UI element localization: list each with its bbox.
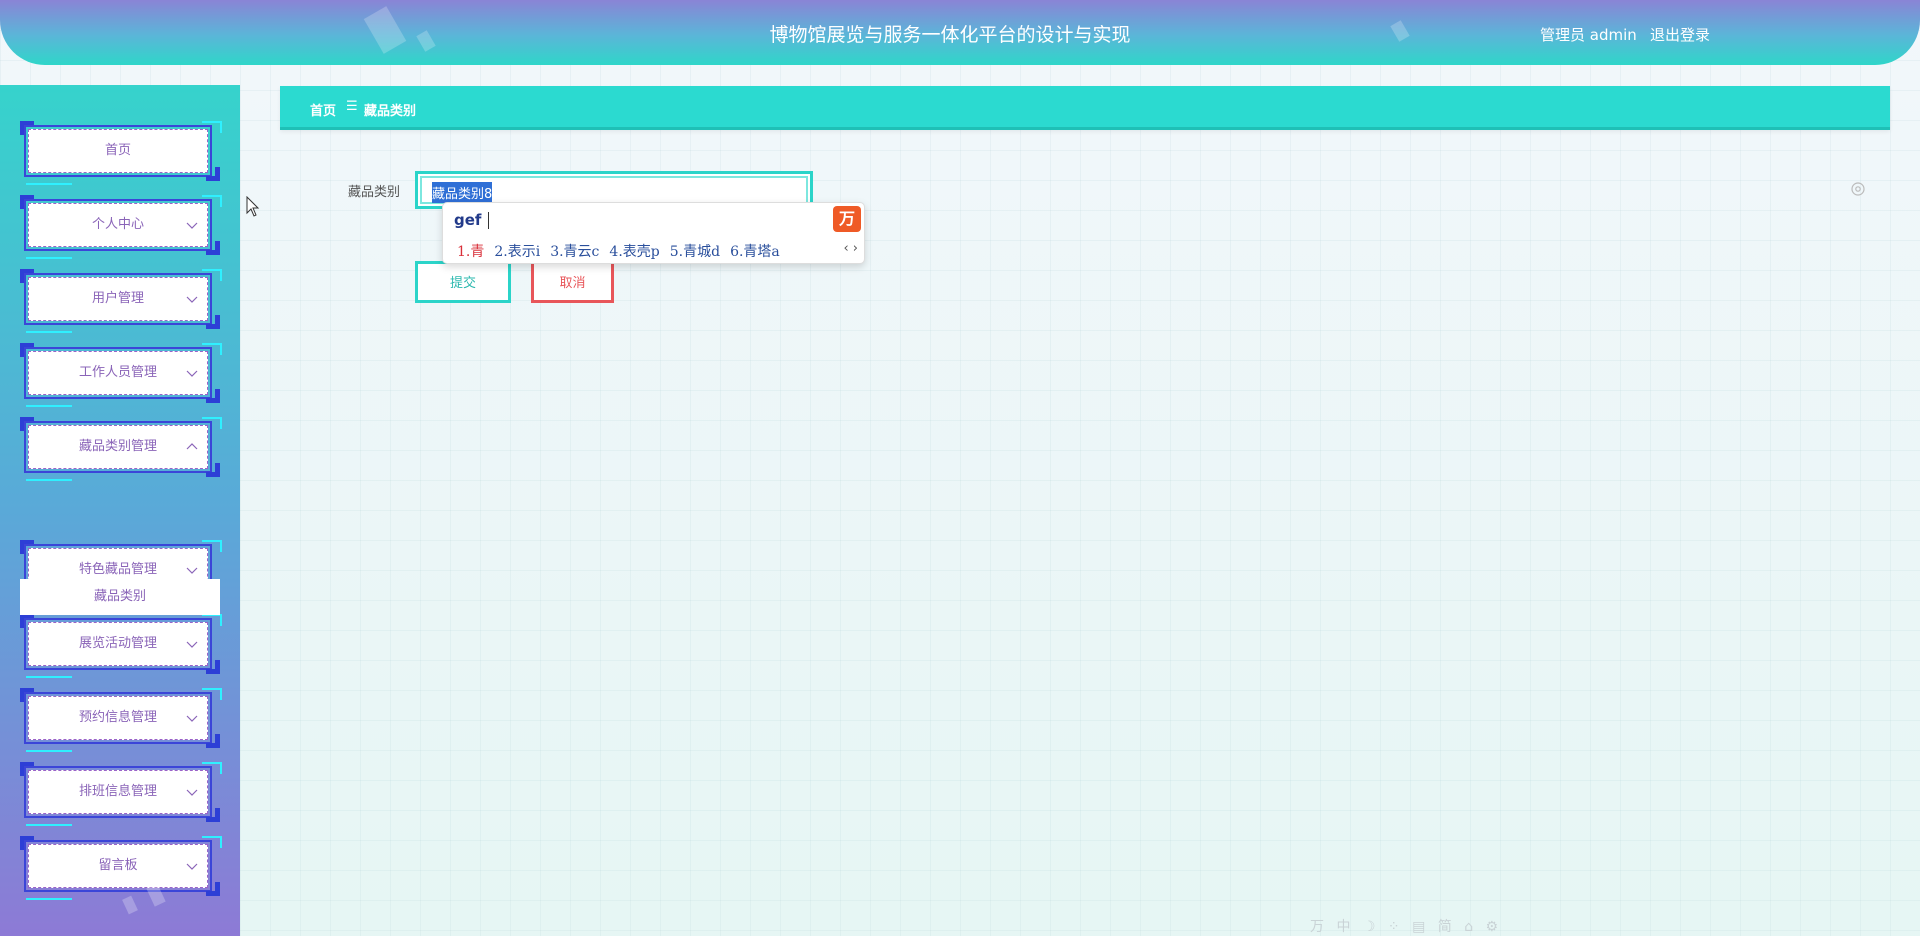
category-field-label: 藏品类别	[348, 185, 401, 200]
logout-link[interactable]: 退出登录	[1650, 24, 1710, 45]
sidebar-item-8[interactable]: 排班信息管理	[20, 762, 222, 828]
frame-line	[26, 331, 72, 333]
sidebar-item-label: 展览活动管理	[78, 636, 157, 651]
chevron-up-icon	[186, 443, 198, 450]
frame-corner	[206, 463, 220, 477]
breadcrumb-separator-icon: ☰	[346, 99, 358, 114]
sidebar-item-label: 排班信息管理	[78, 784, 157, 799]
breadcrumb: 首页 ☰ 藏品类别	[280, 86, 1890, 130]
frame-corner	[206, 734, 220, 748]
sidebar-item-2[interactable]: 用户管理	[20, 269, 222, 335]
sidebar-item-4[interactable]: 藏品类别管理	[20, 417, 222, 483]
sidebar-item-6[interactable]: 展览活动管理	[20, 614, 222, 680]
frame-corner	[206, 167, 220, 181]
chevron-down-icon	[186, 863, 198, 870]
ime-candidate[interactable]: 4.表壳p	[609, 244, 659, 260]
sidebar-item-0[interactable]: 首页	[20, 121, 222, 187]
chevron-down-icon	[186, 715, 198, 722]
ime-caret	[488, 212, 489, 229]
sidebar-item-1[interactable]: 个人中心	[20, 195, 222, 261]
sidebar-subitem-collection-category[interactable]: 藏品类别	[20, 579, 220, 615]
frame-corner	[206, 660, 220, 674]
frame-line	[26, 479, 72, 481]
sidebar-item-7[interactable]: 预约信息管理	[20, 688, 222, 754]
frame-corner	[206, 315, 220, 329]
chevron-down-icon	[186, 789, 198, 796]
current-user: 管理员 admin	[1540, 26, 1637, 44]
mouse-pointer-icon	[246, 196, 260, 217]
sidebar-item-label: 藏品类别管理	[78, 439, 157, 454]
ime-candidate[interactable]: 2.表示i	[494, 244, 540, 260]
sidebar-item-label: 用户管理	[91, 291, 144, 306]
chevron-down-icon	[186, 222, 198, 229]
frame-line	[26, 676, 72, 678]
frame-corner	[206, 241, 220, 255]
frame-line	[26, 405, 72, 407]
sidebar-item-9[interactable]: 留言板	[20, 836, 222, 902]
sidebar-item-3[interactable]: 工作人员管理	[20, 343, 222, 409]
chevron-down-icon	[186, 567, 198, 574]
ime-toolbar: 万 中 ☽ ⁘ ▤ 简 ⌂ ⚙	[1310, 919, 1503, 935]
sidebar-item-label: 首页	[104, 143, 131, 158]
ime-pinyin-input: gef	[454, 211, 482, 229]
frame-corner	[206, 882, 220, 896]
frame-line	[26, 257, 72, 259]
settings-icon[interactable]	[1850, 181, 1866, 197]
sidebar-item-label: 留言板	[98, 858, 138, 873]
breadcrumb-home[interactable]: 首页	[310, 100, 336, 119]
frame-line	[26, 824, 72, 826]
ime-page-nav-icon[interactable]: ‹ ›	[843, 241, 858, 256]
chevron-down-icon	[186, 370, 198, 377]
sidebar-item-label: 预约信息管理	[78, 710, 157, 725]
frame-line	[26, 183, 72, 185]
ime-candidate-list: 1.青 2.表示i 3.青云c 4.表壳p 5.青城d 6.青塔a	[457, 241, 790, 261]
frame-corner	[206, 389, 220, 403]
frame-line	[26, 898, 72, 900]
sidebar-item-label: 工作人员管理	[78, 365, 157, 380]
ime-candidate[interactable]: 3.青云c	[550, 244, 599, 260]
header-bar: 博物馆展览与服务一体化平台的设计与实现 管理员 admin 退出登录	[0, 0, 1920, 65]
cancel-button[interactable]: 取消	[531, 261, 614, 303]
category-input-value: 藏品类别8	[432, 182, 493, 203]
ime-candidate-popup: gef 万 1.青 2.表示i 3.青云c 4.表壳p 5.青城d 6.青塔a ‹ ›	[442, 202, 865, 264]
submit-button[interactable]: 提交	[415, 261, 511, 303]
chevron-down-icon	[186, 296, 198, 303]
chevron-down-icon	[186, 641, 198, 648]
frame-corner	[206, 808, 220, 822]
ime-candidate[interactable]: 5.青城d	[670, 244, 720, 260]
ime-logo-icon: 万	[833, 206, 861, 232]
ime-candidate[interactable]: 6.青塔a	[730, 244, 780, 260]
frame-line	[26, 750, 72, 752]
sidebar-item-label: 个人中心	[91, 217, 144, 232]
breadcrumb-current: 藏品类别	[364, 104, 417, 119]
ime-candidate[interactable]: 1.青	[457, 244, 484, 260]
sidebar: 首页 个人中心 用户管理 工作人员管理 藏品类别管理 特色藏品管理 展览活动管理 预约信息管理…	[0, 85, 240, 936]
